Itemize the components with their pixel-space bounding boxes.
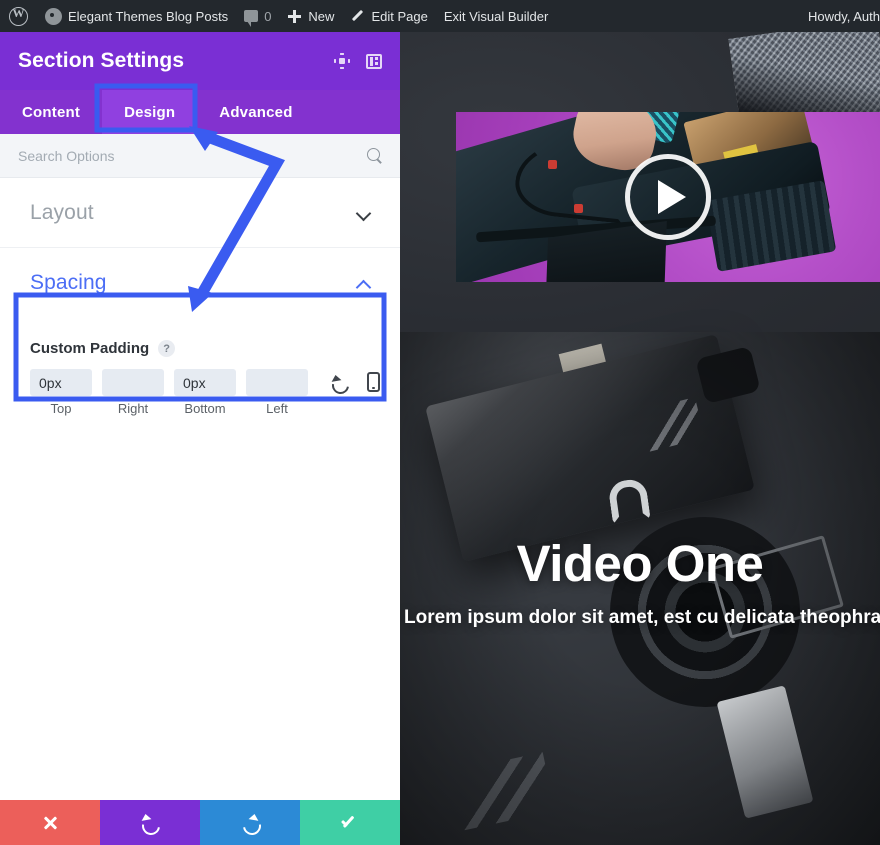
help-icon[interactable]: ?	[158, 340, 175, 357]
wordpress-admin-bar[interactable]: Elegant Themes Blog Posts 0 New Edit Pag…	[0, 0, 880, 32]
section-toggle-spacing[interactable]: Spacing	[0, 248, 400, 318]
padding-field-left: Left	[246, 369, 308, 416]
screenshot-root: Video One Lorem ipsum dolor sit amet, es…	[0, 0, 880, 845]
comments-count: 0	[264, 9, 271, 24]
preview-bottom-background: Video One Lorem ipsum dolor sit amet, es…	[400, 332, 880, 845]
padding-right-caption: Right	[102, 401, 164, 416]
padding-top-input[interactable]	[30, 369, 92, 396]
video-thumbnail[interactable]	[456, 112, 880, 282]
admin-bar-edit-page[interactable]: Edit Page	[342, 0, 435, 32]
panel-action-bar[interactable]	[0, 800, 400, 845]
reset-undo-icon[interactable]	[330, 373, 349, 392]
search-input[interactable]	[18, 148, 367, 164]
settings-tabs[interactable]: Content Design Advanced	[0, 90, 400, 134]
custom-padding-group: Custom Padding ? Top Right Bottom	[0, 318, 400, 416]
undo-icon	[140, 813, 160, 833]
close-x-icon	[42, 815, 58, 831]
panel-header: Section Settings	[0, 32, 400, 90]
padding-right-input[interactable]	[102, 369, 164, 396]
padding-field-right: Right	[102, 369, 164, 416]
panel-header-icons	[334, 53, 382, 69]
chevron-down-icon[interactable]	[357, 206, 370, 219]
panel-layout-icon[interactable]	[366, 54, 382, 69]
visual-builder-preview[interactable]: Video One Lorem ipsum dolor sit amet, es…	[400, 32, 880, 845]
play-triangle	[658, 180, 686, 214]
hero-title: Video One	[404, 537, 876, 591]
admin-bar-wp-logo[interactable]	[0, 0, 37, 32]
custom-padding-fields: Top Right Bottom Left	[30, 369, 370, 416]
site-name-label: Elegant Themes Blog Posts	[68, 9, 228, 24]
play-button-icon[interactable]	[625, 154, 711, 240]
mobile-device-icon[interactable]	[367, 372, 380, 392]
howdy-label-wrap[interactable]: Howdy, Auth	[799, 0, 880, 32]
admin-bar-account-area[interactable]: Howdy, Auth	[799, 0, 880, 32]
padding-left-caption: Left	[246, 401, 308, 416]
section-label-layout: Layout	[30, 201, 94, 225]
padding-tools	[330, 369, 380, 392]
hero-text-block: Video One Lorem ipsum dolor sit amet, es…	[400, 537, 880, 630]
padding-left-input[interactable]	[246, 369, 308, 396]
expand-fullscreen-icon[interactable]	[334, 53, 350, 69]
plus-icon	[287, 9, 302, 24]
camera-red-button	[548, 160, 557, 169]
padding-field-top: Top	[30, 369, 92, 416]
search-icon[interactable]	[367, 148, 382, 163]
hero-description: Lorem ipsum dolor sit amet, est cu delic…	[404, 605, 876, 631]
section-settings-panel[interactable]: Section Settings Content Design Advanced…	[0, 32, 400, 845]
tab-advanced[interactable]: Advanced	[197, 90, 314, 134]
save-button[interactable]	[300, 800, 400, 845]
redo-icon	[240, 813, 260, 833]
admin-bar-new[interactable]: New	[279, 0, 342, 32]
tab-design[interactable]: Design	[102, 90, 197, 134]
padding-field-bottom: Bottom	[174, 369, 236, 416]
section-toggle-layout[interactable]: Layout	[0, 178, 400, 248]
camera-red-button	[574, 204, 583, 213]
section-label-spacing: Spacing	[30, 271, 107, 295]
comment-bubble-icon	[244, 10, 258, 22]
chevron-up-icon[interactable]	[357, 277, 370, 290]
padding-top-caption: Top	[30, 401, 92, 416]
new-label: New	[308, 9, 334, 24]
admin-bar-exit-visual-builder[interactable]: Exit Visual Builder	[436, 0, 557, 32]
padding-bottom-caption: Bottom	[174, 401, 236, 416]
edit-page-label: Edit Page	[371, 9, 427, 24]
search-options-row[interactable]	[0, 134, 400, 178]
custom-padding-label: Custom Padding	[30, 340, 149, 357]
howdy-label: Howdy, Auth	[808, 9, 880, 24]
page-title: Section Settings	[18, 49, 184, 73]
redo-button[interactable]	[200, 800, 300, 845]
pencil-icon	[350, 9, 365, 24]
undo-button[interactable]	[100, 800, 200, 845]
checkmark-icon	[340, 816, 360, 830]
admin-bar-site-name[interactable]: Elegant Themes Blog Posts	[37, 0, 236, 32]
site-dashboard-icon	[45, 8, 62, 25]
close-button[interactable]	[0, 800, 100, 845]
admin-bar-comments[interactable]: 0	[236, 0, 279, 32]
tab-content[interactable]: Content	[0, 90, 102, 134]
panel-empty-space	[0, 416, 400, 800]
wordpress-logo-icon	[9, 7, 28, 26]
exit-visual-builder-label: Exit Visual Builder	[444, 9, 549, 24]
padding-bottom-input[interactable]	[174, 369, 236, 396]
custom-padding-header: Custom Padding ?	[30, 340, 370, 357]
